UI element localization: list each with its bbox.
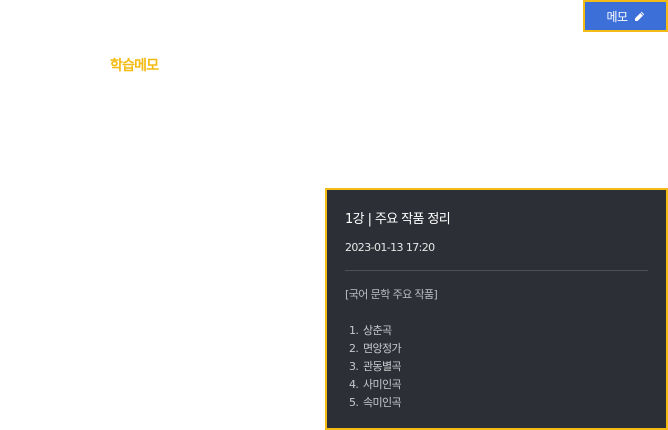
list-item-label: 속미인곡 [363, 396, 402, 409]
list-item-label: 사미인곡 [363, 378, 402, 391]
section-title: 학습메모 [110, 58, 159, 74]
list-item: 1. 상춘곡 [349, 322, 648, 340]
list-item-number: 4. [349, 378, 359, 391]
list-item-number: 2. [349, 342, 359, 355]
list-item: 3. 관동별곡 [349, 358, 648, 376]
list-item-number: 3. [349, 360, 359, 373]
list-item: 4. 사미인곡 [349, 376, 648, 394]
memo-category: [국어 문학 주요 작품] [345, 288, 438, 301]
list-item-number: 5. [349, 396, 359, 409]
memo-list: 1. 상춘곡 2. 면앙정가 3. 관동별곡 4. 사미인곡 5. 속미인곡 [345, 322, 648, 412]
list-item-number: 1. [349, 324, 359, 337]
divider [345, 270, 648, 271]
memo-date: 2023-01-13 17:20 [345, 241, 435, 254]
pencil-icon [634, 11, 645, 22]
list-item-label: 면앙정가 [363, 342, 402, 355]
memo-button-label: 메모 [606, 9, 628, 24]
memo-panel: 1강 | 주요 작품 정리 2023-01-13 17:20 [국어 문학 주요… [325, 188, 668, 430]
memo-button[interactable]: 메모 [583, 0, 668, 32]
memo-title: 1강 | 주요 작품 정리 [345, 212, 451, 227]
list-item-label: 관동별곡 [363, 360, 402, 373]
list-item: 2. 면앙정가 [349, 340, 648, 358]
list-item-label: 상춘곡 [363, 324, 392, 337]
page: 메모 학습메모 1강 | 주요 작품 정리 2023-01-13 17:20 [… [0, 0, 668, 430]
list-item: 5. 속미인곡 [349, 394, 648, 412]
